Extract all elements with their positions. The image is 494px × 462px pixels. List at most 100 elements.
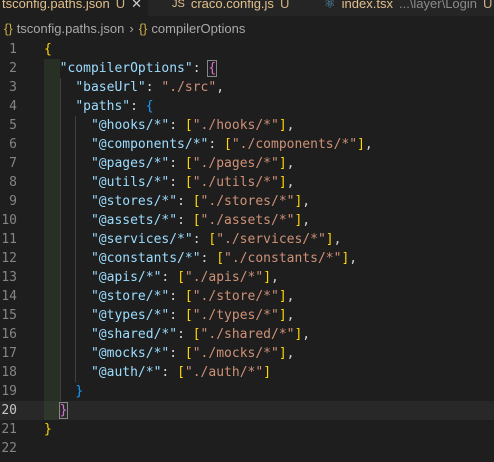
line-number: 22 <box>1 441 17 456</box>
code-token: , <box>302 327 311 342</box>
tab-index-tsx[interactable]: ⚛ index.tsx ...\layer\Login U <box>318 0 494 16</box>
code-text: } <box>44 382 83 401</box>
code-token: [ <box>184 175 193 190</box>
code-line[interactable]: 22 <box>0 439 494 458</box>
line-number: 1 <box>9 42 17 57</box>
code-token: : <box>169 118 185 133</box>
code-token: "./services/*" <box>216 232 326 247</box>
code-line[interactable]: 9 "@stores/*": ["./stores/*"], <box>0 192 494 211</box>
code-token: [ <box>224 137 232 152</box>
line-number: 8 <box>9 175 17 190</box>
breadcrumb-symbol[interactable]: compilerOptions <box>151 21 245 36</box>
code-line[interactable]: 13 "@apis/*": ["./apis/*"], <box>0 268 494 287</box>
code-token: ] <box>278 308 287 323</box>
tab-label: tsconfig.paths.json <box>2 0 110 11</box>
code-token: [ <box>184 308 193 323</box>
line-number: 7 <box>9 156 17 171</box>
code-token: , <box>302 194 311 209</box>
code-line[interactable]: 5 "@hooks/*": ["./hooks/*"], <box>0 116 494 135</box>
code-token: ] <box>278 118 287 133</box>
code-token: "./mocks/*" <box>192 346 279 361</box>
code-line[interactable]: 18 "@auth/*": ["./auth/*"] <box>0 363 494 382</box>
code-token: "./apis/*" <box>184 270 264 285</box>
code-token: [ <box>184 156 193 171</box>
code-text: "@services/*": ["./services/*"], <box>44 230 341 249</box>
code-token: "@types/*" <box>90 308 170 323</box>
code-line[interactable]: 11 "@services/*": ["./services/*"], <box>0 230 494 249</box>
code-token: : <box>145 80 162 95</box>
code-token: : <box>161 270 178 285</box>
code-token: "@utils/*" <box>90 175 170 190</box>
code-line[interactable]: 10 "@assets/*": ["./assets/*"], <box>0 211 494 230</box>
code-line[interactable]: 15 "@types/*": ["./types/*"], <box>0 306 494 325</box>
code-token: "./store/*" <box>192 289 279 304</box>
code-token: "@shared/*" <box>90 327 178 342</box>
code-line[interactable]: 4 "paths": { <box>0 97 494 116</box>
code-text: "@apis/*": ["./apis/*"], <box>44 268 279 287</box>
code-token: [ <box>177 365 185 380</box>
code-line[interactable]: 3 "baseUrl": "./src", <box>0 78 494 97</box>
code-token: [ <box>184 289 193 304</box>
code-token: : <box>169 308 185 323</box>
code-line[interactable]: 8 "@utils/*": ["./utils/*"], <box>0 173 494 192</box>
code-token: "./types/*" <box>192 308 279 323</box>
code-line[interactable]: 14 "@store/*": ["./store/*"], <box>0 287 494 306</box>
code-line[interactable]: 2 "compilerOptions": { <box>0 59 494 78</box>
code-token: , <box>349 251 358 266</box>
code-text: "@pages/*": ["./pages/*"], <box>44 154 295 173</box>
code-line[interactable]: 6 "@components/*": ["./components/*"], <box>0 135 494 154</box>
code-text: "@auth/*": ["./auth/*"] <box>44 363 271 382</box>
code-token: ] <box>357 137 365 152</box>
code-token: "@components/*" <box>90 137 209 152</box>
code-token: "./src" <box>161 80 217 95</box>
code-token: [ <box>192 213 201 228</box>
code-line[interactable]: 7 "@pages/*": ["./pages/*"], <box>0 154 494 173</box>
code-token: "@assets/*" <box>90 213 178 228</box>
code-line[interactable]: 16 "@shared/*": ["./shared/*"], <box>0 325 494 344</box>
code-line[interactable]: 1{ <box>0 40 494 59</box>
code-token: "./components/*" <box>231 137 358 152</box>
code-token: , <box>286 289 295 304</box>
code-line[interactable]: 20 } <box>0 401 494 420</box>
code-token: ] <box>263 365 272 380</box>
code-token: [ <box>184 118 193 133</box>
code-token: ] <box>278 346 287 361</box>
tab-craco-config[interactable]: JS craco.config.js U <box>166 0 295 16</box>
code-token: "@hooks/*" <box>90 118 170 133</box>
code-line[interactable]: 17 "@mocks/*": ["./mocks/*"], <box>0 344 494 363</box>
code-token: : <box>169 289 185 304</box>
code-text: "@mocks/*": ["./mocks/*"], <box>44 344 295 363</box>
line-number: 9 <box>9 194 17 209</box>
code-text: "baseUrl": "./src", <box>44 78 224 97</box>
code-line[interactable]: 19 } <box>0 382 494 401</box>
code-editor[interactable]: 1{2 "compilerOptions": {3 "baseUrl": "./… <box>0 39 494 462</box>
breadcrumb-file[interactable]: tsconfig.paths.json <box>17 21 125 36</box>
code-text: "@assets/*": ["./assets/*"], <box>44 211 310 230</box>
line-number: 5 <box>9 118 17 133</box>
tab-tsconfig-paths[interactable]: tsconfig.paths.json U ✕ <box>0 0 148 16</box>
code-line[interactable]: 12 "@constants/*": ["./constants/*"], <box>0 249 494 268</box>
code-token: , <box>333 232 342 247</box>
code-text: "@utils/*": ["./utils/*"], <box>44 173 295 192</box>
chevron-right-icon: › <box>129 20 134 36</box>
code-text: "@stores/*": ["./stores/*"], <box>44 192 310 211</box>
close-icon[interactable]: ✕ <box>131 0 142 16</box>
code-text: } <box>44 401 69 420</box>
code-token: "@services/*" <box>90 232 193 247</box>
line-number: 10 <box>1 213 17 228</box>
code-token: [ <box>192 327 201 342</box>
json-file-icon: {} <box>4 20 13 36</box>
code-token: [ <box>192 194 201 209</box>
line-number: 2 <box>9 61 17 76</box>
line-number: 18 <box>1 365 17 380</box>
code-line[interactable]: 21} <box>0 420 494 439</box>
